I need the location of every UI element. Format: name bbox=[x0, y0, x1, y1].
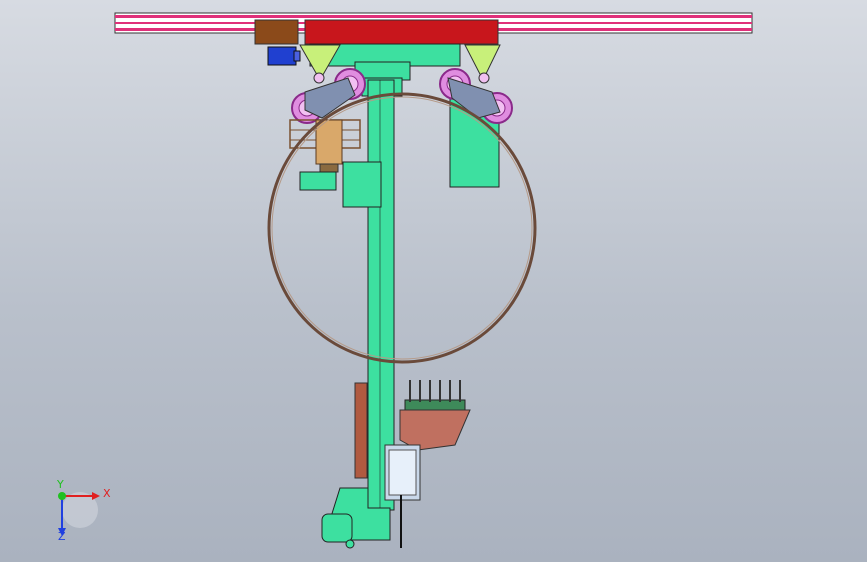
motor-block[interactable] bbox=[254, 19, 299, 45]
column-side-box[interactable] bbox=[342, 161, 382, 208]
blue-drive-motor[interactable] bbox=[267, 46, 301, 66]
z-axis-label: Z bbox=[58, 530, 66, 543]
cad-model-drawing[interactable] bbox=[0, 0, 867, 562]
pipe-ring[interactable] bbox=[267, 92, 537, 364]
y-axis-label: Y bbox=[57, 478, 64, 491]
cad-viewport[interactable]: X Y Z bbox=[0, 0, 867, 562]
carriage-plate[interactable] bbox=[304, 19, 499, 45]
lower-torch-body[interactable] bbox=[354, 382, 368, 479]
x-axis-label: X bbox=[103, 487, 111, 500]
lower-clamp[interactable] bbox=[399, 409, 471, 451]
